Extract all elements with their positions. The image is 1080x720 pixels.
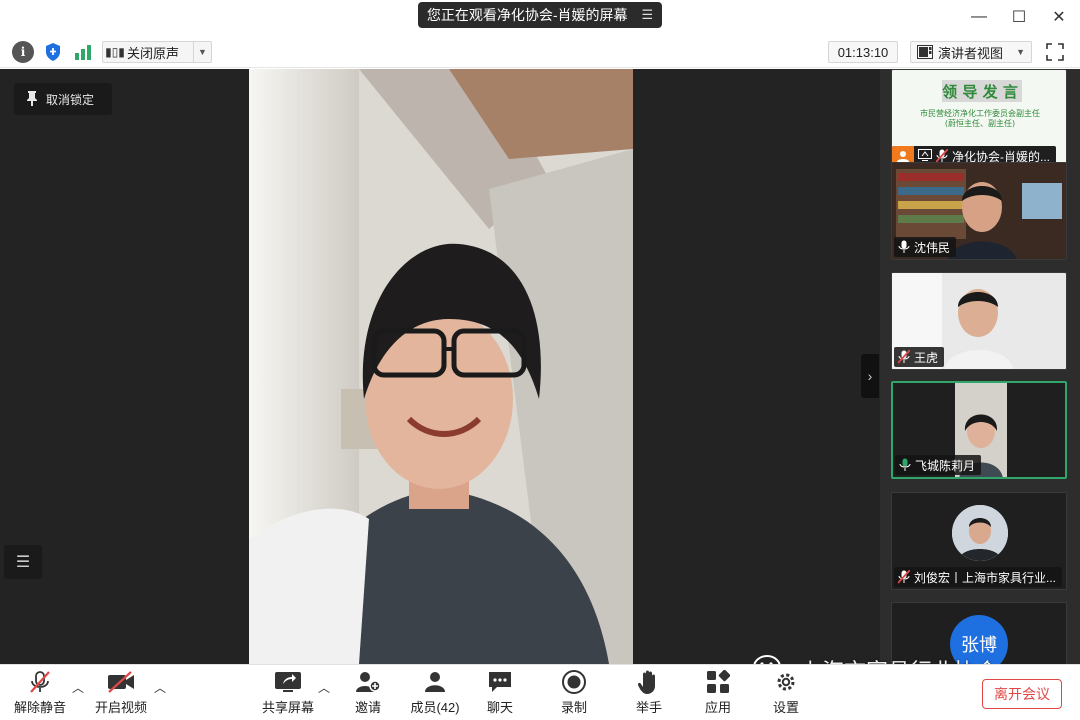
chat-button[interactable]: 聊天 <box>468 669 532 717</box>
leave-meeting-button[interactable]: 离开会议 <box>982 679 1062 709</box>
mic-off-icon <box>898 350 910 364</box>
original-sound-button[interactable]: ▮▯▮ 关闭原声 ▼ <box>102 41 212 63</box>
bottom-toolbar: 解除静音 ︿ 开启视频 ︿ 共享屏幕 ︿ 邀请 成员(42) 聊天 录制 举手 … <box>0 664 1080 720</box>
slide-line-2: (蔚恒主任、副主任) <box>945 118 1015 128</box>
tile-label: 刘俊宏丨上海市家具行业... <box>894 567 1063 587</box>
record-label: 录制 <box>560 700 587 715</box>
add-user-icon <box>355 669 381 695</box>
original-sound-label: 关闭原声 <box>127 45 180 61</box>
members-button[interactable]: 成员(42) <box>403 669 467 717</box>
raise-hand-label: 举手 <box>635 700 662 715</box>
meeting-timer: 01:13:10 <box>828 41 898 63</box>
participant-gallery: 领 导 发 言 市民营经济净化工作委员会副主任 (蔚恒主任、副主任) 净化协会-… <box>880 69 1080 664</box>
tile-label: 沈伟民 <box>894 237 957 257</box>
pin-icon <box>26 90 38 109</box>
view-layout-icon <box>917 45 933 59</box>
unmute-label: 解除静音 <box>13 700 66 715</box>
share-options-caret[interactable]: ︿ <box>318 679 330 696</box>
members-label: 成员(42) <box>410 700 460 715</box>
window-controls: — ☐ ✕ <box>968 6 1070 28</box>
slide-line-1: 市民营经济净化工作委员会副主任 <box>920 108 1040 118</box>
apps-grid-icon <box>706 669 730 695</box>
video-options-caret[interactable]: ︿ <box>154 679 166 696</box>
minimize-icon[interactable]: — <box>968 6 990 28</box>
participant-tile[interactable]: 沈伟民 <box>891 162 1067 260</box>
participant-tile[interactable]: 王虎 <box>891 272 1067 370</box>
view-mode-label: 演讲者视图 <box>938 45 1004 61</box>
record-icon <box>561 669 587 695</box>
apps-button[interactable]: 应用 <box>686 669 750 717</box>
chevron-down-icon[interactable]: ▼ <box>193 42 211 62</box>
start-video-label: 开启视频 <box>94 700 147 715</box>
chevron-down-icon: ▼ <box>1016 47 1025 57</box>
title-bar: 您正在观看净化协会-肖媛的屏幕 ☰ — ☐ ✕ <box>0 0 1080 34</box>
chat-label: 聊天 <box>486 700 513 715</box>
unmute-button[interactable]: 解除静音 <box>8 669 72 717</box>
participant-name: 沈伟民 <box>914 240 951 255</box>
record-button[interactable]: 录制 <box>542 669 606 717</box>
mic-off-icon <box>936 149 948 163</box>
close-icon[interactable]: ✕ <box>1048 6 1070 28</box>
invite-label: 邀请 <box>354 700 381 715</box>
main-speaker-video[interactable] <box>249 69 633 664</box>
maximize-icon[interactable]: ☐ <box>1008 6 1030 28</box>
slide-title: 领 导 发 言 <box>941 83 1018 101</box>
share-screen-label: 共享屏幕 <box>261 700 314 715</box>
collapse-sidebar-button[interactable]: › <box>861 354 879 398</box>
view-mode-dropdown[interactable]: 演讲者视图 ▼ <box>910 41 1032 63</box>
meeting-toolbar: i ▮▯▮ 关闭原声 ▼ 01:13:10 演讲者视图 ▼ <box>0 36 1080 68</box>
chat-icon <box>487 669 513 695</box>
screen-share-notice[interactable]: 您正在观看净化协会-肖媛的屏幕 ☰ <box>418 2 662 28</box>
participant-tile-screen-share[interactable]: 领 导 发 言 市民营经济净化工作委员会副主任 (蔚恒主任、副主任) 净化协会-… <box>891 69 1067 167</box>
security-shield-icon[interactable] <box>42 41 64 63</box>
participant-list-toggle[interactable]: ☰ <box>4 545 42 579</box>
participant-name: 王虎 <box>914 350 939 365</box>
mic-active-icon <box>899 458 911 472</box>
menu-icon[interactable]: ☰ <box>642 7 654 23</box>
participant-tile-active-speaker[interactable]: 飞城陈莉月 <box>891 381 1067 479</box>
participant-name: 刘俊宏丨上海市家具行业... <box>914 570 1057 585</box>
info-icon[interactable]: i <box>12 41 34 63</box>
mic-off-icon <box>898 570 910 584</box>
share-notice-text: 您正在观看净化协会-肖媛的屏幕 <box>426 7 628 23</box>
raise-hand-button[interactable]: 举手 <box>617 669 681 717</box>
fullscreen-icon[interactable] <box>1044 41 1066 63</box>
unpin-label: 取消锁定 <box>46 92 95 107</box>
share-screen-button[interactable]: 共享屏幕 <box>256 669 320 717</box>
sound-wave-icon: ▮▯▮ <box>105 45 125 59</box>
network-signal-icon[interactable] <box>72 41 94 63</box>
list-icon: ☰ <box>15 554 31 571</box>
settings-button[interactable]: 设置 <box>754 669 818 717</box>
share-screen-icon <box>274 669 302 695</box>
start-video-button[interactable]: 开启视频 <box>89 669 153 717</box>
audio-options-caret[interactable]: ︿ <box>72 679 84 696</box>
hand-icon <box>638 669 660 695</box>
mic-off-icon <box>28 669 52 695</box>
video-off-icon <box>107 669 135 695</box>
chevron-right-icon: › <box>867 368 873 384</box>
mic-icon <box>898 240 910 254</box>
tile-label: 王虎 <box>894 347 945 367</box>
participant-name: 飞城陈莉月 <box>915 458 976 473</box>
settings-label: 设置 <box>772 700 799 715</box>
participant-tile[interactable]: 刘俊宏丨上海市家具行业... <box>891 492 1067 590</box>
gear-icon <box>774 669 798 695</box>
apps-label: 应用 <box>704 700 731 715</box>
invite-button[interactable]: 邀请 <box>336 669 400 717</box>
main-video-stage: 取消锁定 ☰ › <box>0 69 880 664</box>
tile-label: 飞城陈莉月 <box>895 455 982 475</box>
members-icon <box>422 669 448 695</box>
unpin-button[interactable]: 取消锁定 <box>14 83 112 115</box>
